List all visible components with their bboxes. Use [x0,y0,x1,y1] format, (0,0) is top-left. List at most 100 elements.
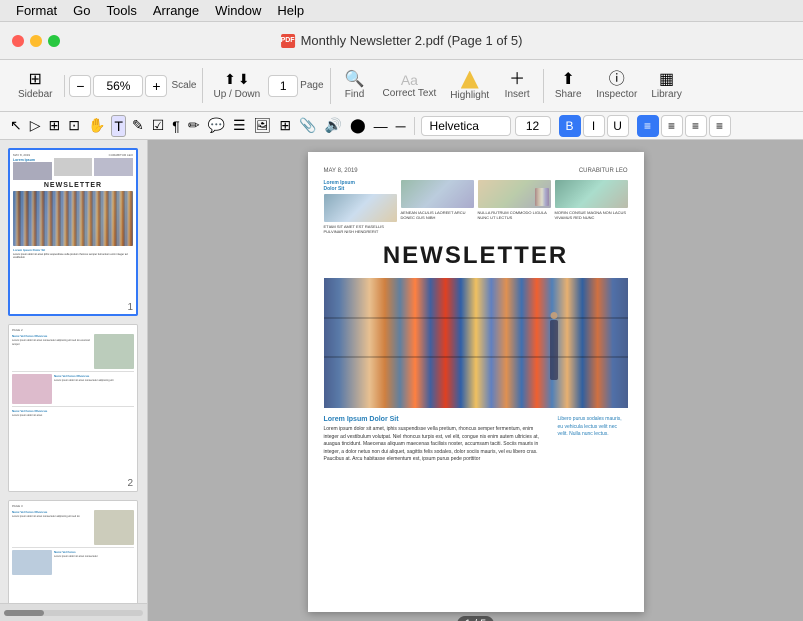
sidebar-scrollbar-thumb[interactable] [4,610,44,616]
inspector-button[interactable]: ⓘ Inspector [590,69,643,103]
page-canvas: MAY 8, 2019 CURABITUR LEO Lorem IpsumDol… [148,140,803,621]
sidebar-scrollbar-track[interactable] [0,603,147,621]
updown-button[interactable]: ⬆ ⬇ Up / Down [207,68,266,103]
correct-text-icon: Aa [401,73,418,87]
tool-pointer-icon[interactable]: ▷ [28,115,43,136]
correct-text-button[interactable]: Aa Correct Text [377,70,443,102]
pdf-article-4: MORIN CONSUE MAGNA NON LACUS VIVAMUS RED… [555,180,628,234]
tool-image-icon[interactable]: 🖼 [252,115,274,136]
zoom-out-button[interactable]: − [69,75,91,97]
tool-circle-icon[interactable]: ⬤ [348,115,368,136]
tool-arrow-icon[interactable]: ↖ [8,115,24,136]
pdf-article-2-text: AENEAN IACULIS LAOREET ARCU DONEC GUS NI… [401,210,474,220]
tool-form-icon[interactable]: ☑ [150,115,167,136]
sidebar-button[interactable]: ⊞ Sidebar [12,69,58,103]
pdf-main-image [324,278,628,408]
pdf-article-row: Lorem IpsumDolor Sit ETIAM SIT AMET EST … [324,180,628,234]
pdf-body-side: Libero purus sodales mauris, eu vehicula… [558,416,628,464]
thumbnail-list: MAY 8, 2019CURABITUR LEO Lorem Ipsum NEW… [0,140,147,603]
align-right-button[interactable]: ≡ [685,115,707,137]
zoom-control: − + [69,75,167,97]
menu-window[interactable]: Window [207,3,269,18]
pdf-header: MAY 8, 2019 CURABITUR LEO [324,168,628,174]
tool-paragraph-icon[interactable]: ¶ [170,116,182,136]
tool-pencil-icon[interactable]: ✏ [186,115,202,136]
insert-button[interactable]: ＋ Insert [497,69,537,103]
font-name-selector[interactable]: Helvetica [421,116,511,136]
down-icon: ⬇ [238,71,250,88]
menu-arrange[interactable]: Arrange [145,3,207,18]
minimize-button[interactable] [30,35,42,47]
tool-select-icon[interactable]: ⊡ [66,115,82,136]
font-size-selector[interactable]: 12 [515,116,551,136]
scale-label: Scale [171,80,196,91]
menubar: Format Go Tools Arrange Window Help [0,0,803,22]
align-justify-button[interactable]: ≡ [709,115,731,137]
pdf-article-1-text: ETIAM SIT AMET EST RASELLIS PULVINAR NIS… [324,224,397,234]
italic-button[interactable]: I [583,115,605,137]
pdf-date: MAY 8, 2019 [324,168,358,174]
thumbnail-1[interactable]: MAY 8, 2019CURABITUR LEO Lorem Ipsum NEW… [8,148,139,316]
menu-tools[interactable]: Tools [99,3,145,18]
thumbnail-1-image: MAY 8, 2019CURABITUR LEO Lorem Ipsum NEW… [8,148,138,316]
close-button[interactable] [12,35,24,47]
inspector-icon: ⓘ [609,72,625,88]
align-center-button[interactable]: ≡ [661,115,683,137]
pdf-side-text: Libero purus sodales mauris, eu vehicula… [558,416,628,439]
tool-crop-icon[interactable]: ⊞ [47,115,63,136]
pdf-article-3: NULLA RUTRUM COMMODO LIGULA NUNC UT LECT… [478,180,551,234]
menu-format[interactable]: Format [8,3,65,18]
tool-line2-icon[interactable]: ─ [394,116,408,136]
maximize-button[interactable] [48,35,60,47]
menu-help[interactable]: Help [269,3,312,18]
highlight-label: Highlight [450,90,489,101]
pdf-article-3-text: NULLA RUTRUM COMMODO LIGULA NUNC UT LECT… [478,210,551,220]
sidebar-label: Sidebar [18,89,52,100]
library-icon: ▦ [659,72,674,88]
page-number-badge: 1 / 5 [457,616,494,621]
updown-label: Up / Down [213,89,260,100]
library-button[interactable]: ▦ Library [645,69,688,103]
tool-hand-icon[interactable]: ✋ [86,115,107,136]
tool-audio-icon[interactable]: 🔊 [323,115,344,136]
sidebar: MAY 8, 2019CURABITUR LEO Lorem Ipsum NEW… [0,140,148,621]
underline-button[interactable]: U [607,115,629,137]
pdf-body: Lorem Ipsum Dolor Sit Lorem ipsum dolor … [324,416,628,464]
font-selector: Helvetica 12 [421,116,551,136]
pdf-curator: CURABITUR LEO [579,168,628,174]
thumbnail-2-image: PAGE 2 Nunc Vel Ferus Rhoncus Lorem ipsu… [8,324,138,492]
format-toolbar: ↖ ▷ ⊞ ⊡ ✋ T ✎ ☑ ¶ ✏ 💬 ☰ 🖼 ⊞ 📎 🔊 ⬤ — ─ He… [0,112,803,140]
pdf-page-1: MAY 8, 2019 CURABITUR LEO Lorem IpsumDol… [308,152,644,612]
tool-text-icon[interactable]: T [111,115,126,137]
library-label: Library [651,89,682,100]
titlebar: PDF Monthly Newsletter 2.pdf (Page 1 of … [0,22,803,60]
tool-pen-icon[interactable]: ✎ [130,115,146,136]
sidebar-icon: ⊞ [29,72,42,88]
thumbnail-2[interactable]: PAGE 2 Nunc Vel Ferus Rhoncus Lorem ipsu… [8,324,139,492]
page-control: Page [268,75,323,97]
bold-button[interactable]: B [559,115,581,137]
highlight-button[interactable]: Highlight [444,68,495,104]
tool-comment-icon[interactable]: 💬 [206,115,227,136]
tool-line-icon[interactable]: — [372,116,390,136]
share-label: Share [555,89,582,100]
menu-go[interactable]: Go [65,3,98,18]
tool-table-icon[interactable]: ⊞ [277,115,293,136]
page-footer: 1 / 5 [308,612,644,621]
page-field[interactable] [268,75,298,97]
sidebar-scrollbar[interactable] [4,610,143,616]
zoom-in-button[interactable]: + [145,75,167,97]
align-left-button[interactable]: ≡ [637,115,659,137]
find-button[interactable]: 🔍 Find [335,69,375,103]
pdf-body-title: Lorem Ipsum Dolor Sit [324,416,550,423]
pdf-newsletter-title: NEWSLETTER [324,242,628,270]
tool-attach-icon[interactable]: 📎 [297,115,318,136]
text-format-buttons: B I U [559,115,629,137]
share-button[interactable]: ⬆ Share [548,69,588,103]
tool-list-icon[interactable]: ☰ [231,115,248,136]
zoom-field[interactable] [93,75,143,97]
pdf-body-text: Lorem ipsum dolor sit amet, iphis suspen… [324,426,550,464]
insert-icon: ＋ [509,72,525,88]
align-buttons: ≡ ≡ ≡ ≡ [637,115,731,137]
thumbnail-3[interactable]: PAGE 3 Nunc Vel Ferus Rhoncus Lorem ipsu… [8,500,139,603]
